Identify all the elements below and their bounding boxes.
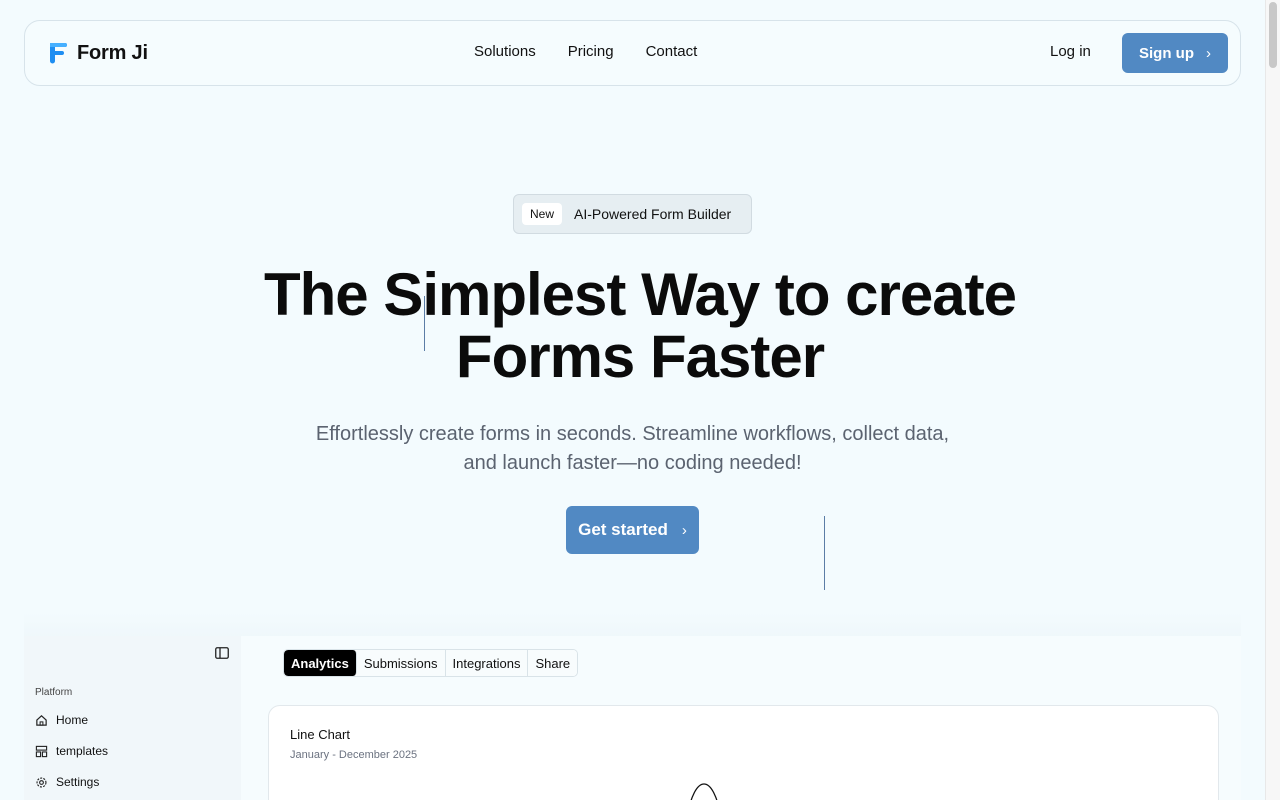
decorative-line xyxy=(424,296,425,351)
brand-logo-icon xyxy=(47,41,67,65)
layout-icon xyxy=(35,745,48,757)
nav-solutions[interactable]: Solutions xyxy=(474,43,536,60)
card-title: Line Chart xyxy=(290,727,350,742)
home-icon xyxy=(36,714,47,726)
hero-headline: The Simplest Way to create Forms Faster xyxy=(140,264,1140,388)
top-navbar: Form Ji Solutions Pricing Contact Log in… xyxy=(24,20,1241,86)
tab-bar: Analytics Submissions Integrations Share xyxy=(283,649,579,677)
announcement-badge[interactable]: New AI-Powered Form Builder xyxy=(513,194,752,234)
preview-sidebar: Platform Home templates Settings xyxy=(24,636,241,800)
sidebar-group-label: Platform xyxy=(35,687,73,698)
page-scrollbar[interactable] xyxy=(1265,0,1280,800)
card-subtitle: January - December 2025 xyxy=(290,749,418,761)
badge-text: AI-Powered Form Builder xyxy=(574,206,732,222)
line-chart-card: Line Chart January - December 2025 xyxy=(268,705,1219,800)
tab-share[interactable]: Share xyxy=(528,650,578,676)
scrollbar-thumb[interactable] xyxy=(1269,2,1277,68)
headline-line-2: Forms Faster xyxy=(455,323,825,390)
chevron-right-icon: › xyxy=(681,521,687,539)
signup-label: Sign up xyxy=(1139,44,1194,62)
brand[interactable]: Form Ji xyxy=(47,41,148,65)
get-started-button[interactable]: Get started › xyxy=(566,506,699,554)
sidebar-item-home[interactable]: Home xyxy=(35,713,88,727)
sidebar-toggle-icon[interactable] xyxy=(215,646,229,659)
subhead-line-2: and launch faster—no coding needed! xyxy=(463,452,802,474)
nav-pricing[interactable]: Pricing xyxy=(568,43,614,60)
headline-line-1: The Simplest Way to create xyxy=(263,261,1017,328)
nav-links: Solutions Pricing Contact xyxy=(474,43,697,60)
tab-submissions[interactable]: Submissions xyxy=(356,650,446,676)
tab-integrations[interactable]: Integrations xyxy=(445,650,529,676)
nav-contact[interactable]: Contact xyxy=(646,43,698,60)
badge-new-tag: New xyxy=(522,203,563,225)
chevron-right-icon: › xyxy=(1206,44,1211,62)
hero-subheadline: Effortlessly create forms in seconds. St… xyxy=(280,420,985,478)
decorative-line xyxy=(824,516,825,590)
login-link[interactable]: Log in xyxy=(1050,43,1091,60)
sidebar-item-label: Settings xyxy=(56,775,100,789)
sidebar-item-templates[interactable]: templates xyxy=(35,744,108,758)
sidebar-item-settings[interactable]: Settings xyxy=(35,775,99,789)
gear-icon xyxy=(36,776,47,788)
brand-name: Form Ji xyxy=(77,41,148,64)
subhead-line-1: Effortlessly create forms in seconds. St… xyxy=(315,423,950,445)
sidebar-item-label: templates xyxy=(56,744,109,758)
get-started-label: Get started xyxy=(578,520,668,539)
sidebar-item-label: Home xyxy=(56,713,89,727)
signup-button[interactable]: Sign up › xyxy=(1122,33,1228,73)
tab-analytics[interactable]: Analytics xyxy=(284,650,357,676)
line-chart xyxy=(690,783,718,800)
chart-line xyxy=(690,783,718,800)
preview-main: Analytics Submissions Integrations Share… xyxy=(241,636,1241,800)
